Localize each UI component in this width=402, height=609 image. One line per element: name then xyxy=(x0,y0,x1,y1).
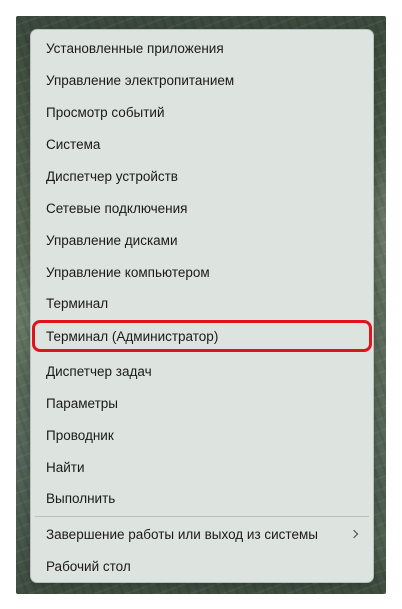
menu-item-settings[interactable]: Параметры xyxy=(31,388,373,418)
menu-item-terminal[interactable]: Терминал xyxy=(31,288,373,318)
menu-item-event-viewer[interactable]: Просмотр событий xyxy=(31,97,373,127)
menu-item-label: Терминал xyxy=(46,295,109,311)
menu-item-computer-management[interactable]: Управление компьютером xyxy=(31,257,373,287)
menu-item-label: Завершение работы или выход из системы xyxy=(46,526,318,542)
menu-item-network-connections[interactable]: Сетевые подключения xyxy=(31,193,373,223)
menu-item-disk-management[interactable]: Управление дисками xyxy=(31,225,373,255)
menu-item-desktop[interactable]: Рабочий стол xyxy=(31,551,373,581)
menu-item-label: Выполнить xyxy=(46,490,116,506)
menu-item-label: Сетевые подключения xyxy=(46,200,188,216)
winx-context-menu: Установленные приложения Управление элек… xyxy=(30,29,374,583)
menu-item-label: Проводник xyxy=(46,427,114,443)
menu-item-label: Просмотр событий xyxy=(46,104,165,120)
menu-item-run[interactable]: Выполнить xyxy=(31,483,373,513)
menu-item-file-explorer[interactable]: Проводник xyxy=(31,420,373,450)
menu-item-label: Рабочий стол xyxy=(46,558,131,574)
menu-item-label: Управление дисками xyxy=(46,232,178,248)
menu-item-terminal-admin[interactable]: Терминал (Администратор) xyxy=(31,321,373,351)
menu-item-label: Терминал (Администратор) xyxy=(46,328,219,344)
menu-item-label: Найти xyxy=(46,459,85,475)
menu-item-label: Система xyxy=(46,136,101,152)
menu-item-label: Установленные приложения xyxy=(46,40,224,56)
menu-item-shutdown-signout[interactable]: Завершение работы или выход из системы xyxy=(31,519,373,549)
menu-separator xyxy=(35,516,369,517)
menu-item-label: Управление электропитанием xyxy=(46,72,235,88)
menu-item-label: Управление компьютером xyxy=(46,264,210,280)
menu-item-power-options[interactable]: Управление электропитанием xyxy=(31,65,373,95)
menu-item-installed-apps[interactable]: Установленные приложения xyxy=(31,33,373,63)
menu-item-label: Параметры xyxy=(46,395,118,411)
menu-item-device-manager[interactable]: Диспетчер устройств xyxy=(31,161,373,191)
chevron-right-icon xyxy=(349,529,359,539)
menu-item-label: Диспетчер задач xyxy=(46,363,152,379)
menu-item-search[interactable]: Найти xyxy=(31,452,373,482)
menu-item-system[interactable]: Система xyxy=(31,129,373,159)
menu-item-task-manager[interactable]: Диспетчер задач xyxy=(31,356,373,386)
menu-item-label: Диспетчер устройств xyxy=(46,168,178,184)
